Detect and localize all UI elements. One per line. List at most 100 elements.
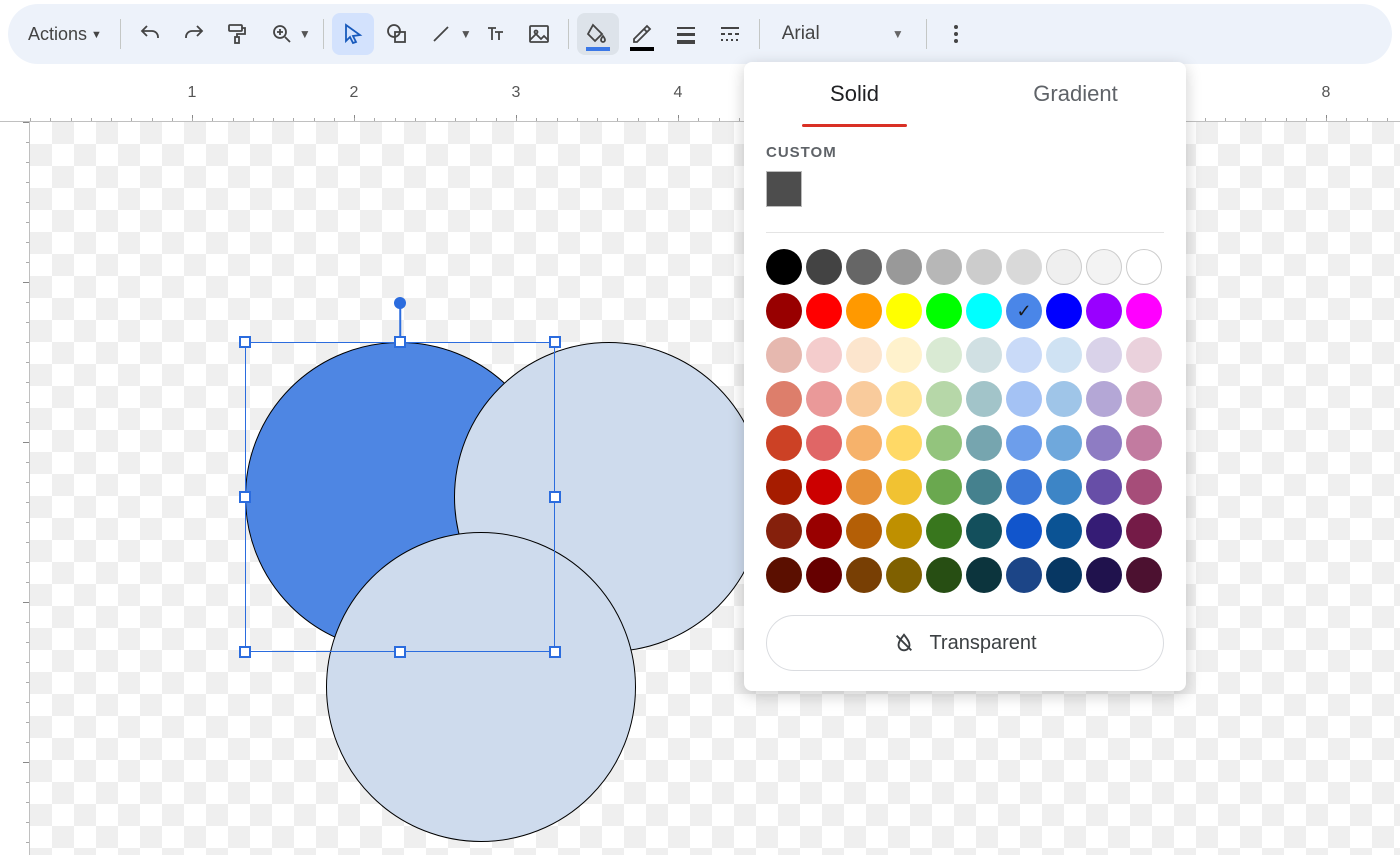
color-swatch[interactable] <box>926 249 962 285</box>
canvas[interactable] <box>30 122 1400 855</box>
color-swatch[interactable] <box>886 469 922 505</box>
color-swatch[interactable] <box>1006 513 1042 549</box>
color-swatch[interactable] <box>1086 381 1122 417</box>
color-swatch[interactable] <box>926 513 962 549</box>
color-swatch[interactable] <box>1086 557 1122 593</box>
color-swatch[interactable] <box>806 425 842 461</box>
color-swatch[interactable] <box>806 557 842 593</box>
color-swatch[interactable] <box>886 337 922 373</box>
color-swatch[interactable] <box>966 293 1002 329</box>
color-swatch[interactable] <box>966 425 1002 461</box>
color-swatch[interactable] <box>1046 469 1082 505</box>
resize-handle[interactable] <box>239 336 251 348</box>
color-swatch[interactable] <box>1046 249 1082 285</box>
color-swatch[interactable] <box>846 469 882 505</box>
image-tool-button[interactable] <box>518 13 560 55</box>
color-swatch[interactable] <box>766 381 802 417</box>
redo-button[interactable] <box>173 13 215 55</box>
color-swatch[interactable] <box>886 381 922 417</box>
color-swatch[interactable] <box>886 249 922 285</box>
color-swatch[interactable] <box>1126 381 1162 417</box>
color-swatch[interactable] <box>1126 337 1162 373</box>
fill-tab-gradient[interactable]: Gradient <box>965 62 1186 126</box>
color-swatch[interactable] <box>1086 513 1122 549</box>
color-swatch[interactable] <box>1046 513 1082 549</box>
color-swatch[interactable] <box>1126 249 1162 285</box>
color-swatch[interactable] <box>766 469 802 505</box>
color-swatch[interactable] <box>1046 293 1082 329</box>
more-options-button[interactable] <box>935 13 977 55</box>
color-swatch[interactable] <box>1086 469 1122 505</box>
resize-handle[interactable] <box>239 646 251 658</box>
color-swatch[interactable] <box>1086 425 1122 461</box>
color-swatch[interactable] <box>846 381 882 417</box>
color-swatch[interactable] <box>806 381 842 417</box>
actions-menu-button[interactable]: Actions ▼ <box>18 14 112 54</box>
resize-handle[interactable] <box>549 336 561 348</box>
color-swatch[interactable] <box>966 557 1002 593</box>
color-swatch[interactable] <box>1046 381 1082 417</box>
custom-color-swatch[interactable] <box>766 171 802 207</box>
zoom-button[interactable] <box>261 13 303 55</box>
color-swatch[interactable]: ✓ <box>1006 293 1042 329</box>
font-select[interactable]: Arial ▼ <box>768 14 918 54</box>
color-swatch[interactable] <box>886 425 922 461</box>
color-swatch[interactable] <box>926 469 962 505</box>
color-swatch[interactable] <box>1006 469 1042 505</box>
color-swatch[interactable] <box>1006 381 1042 417</box>
color-swatch[interactable] <box>1006 337 1042 373</box>
color-swatch[interactable] <box>1126 557 1162 593</box>
transparent-button[interactable]: Transparent <box>766 615 1164 671</box>
color-swatch[interactable] <box>846 293 882 329</box>
color-swatch[interactable] <box>846 557 882 593</box>
color-swatch[interactable] <box>966 469 1002 505</box>
color-swatch[interactable] <box>846 249 882 285</box>
border-weight-button[interactable] <box>665 13 707 55</box>
color-swatch[interactable] <box>886 513 922 549</box>
color-swatch[interactable] <box>1046 425 1082 461</box>
text-tool-button[interactable] <box>474 13 516 55</box>
color-swatch[interactable] <box>806 469 842 505</box>
color-swatch[interactable] <box>886 293 922 329</box>
shape-tool-button[interactable] <box>376 13 418 55</box>
color-swatch[interactable] <box>1126 469 1162 505</box>
line-tool-button[interactable] <box>420 13 462 55</box>
undo-button[interactable] <box>129 13 171 55</box>
color-swatch[interactable] <box>806 513 842 549</box>
color-swatch[interactable] <box>806 337 842 373</box>
color-swatch[interactable] <box>1126 513 1162 549</box>
color-swatch[interactable] <box>966 249 1002 285</box>
color-swatch[interactable] <box>766 425 802 461</box>
border-dash-button[interactable] <box>709 13 751 55</box>
color-swatch[interactable] <box>926 293 962 329</box>
color-swatch[interactable] <box>1046 557 1082 593</box>
paint-format-button[interactable] <box>217 13 259 55</box>
color-swatch[interactable] <box>846 425 882 461</box>
color-swatch[interactable] <box>766 557 802 593</box>
color-swatch[interactable] <box>846 513 882 549</box>
color-swatch[interactable] <box>1086 337 1122 373</box>
color-swatch[interactable] <box>1086 249 1122 285</box>
color-swatch[interactable] <box>806 249 842 285</box>
fill-tab-solid[interactable]: Solid <box>744 62 965 126</box>
color-swatch[interactable] <box>926 557 962 593</box>
border-color-button[interactable] <box>621 13 663 55</box>
shape-circle[interactable] <box>326 532 636 842</box>
rotate-handle[interactable] <box>394 297 406 309</box>
color-swatch[interactable] <box>1006 557 1042 593</box>
color-swatch[interactable] <box>966 513 1002 549</box>
color-swatch[interactable] <box>966 381 1002 417</box>
color-swatch[interactable] <box>926 425 962 461</box>
color-swatch[interactable] <box>1086 293 1122 329</box>
color-swatch[interactable] <box>1126 293 1162 329</box>
color-swatch[interactable] <box>1006 249 1042 285</box>
color-swatch[interactable] <box>766 249 802 285</box>
color-swatch[interactable] <box>1126 425 1162 461</box>
color-swatch[interactable] <box>766 513 802 549</box>
color-swatch[interactable] <box>966 337 1002 373</box>
color-swatch[interactable] <box>766 337 802 373</box>
select-tool-button[interactable] <box>332 13 374 55</box>
color-swatch[interactable] <box>926 381 962 417</box>
color-swatch[interactable] <box>846 337 882 373</box>
color-swatch[interactable] <box>1046 337 1082 373</box>
